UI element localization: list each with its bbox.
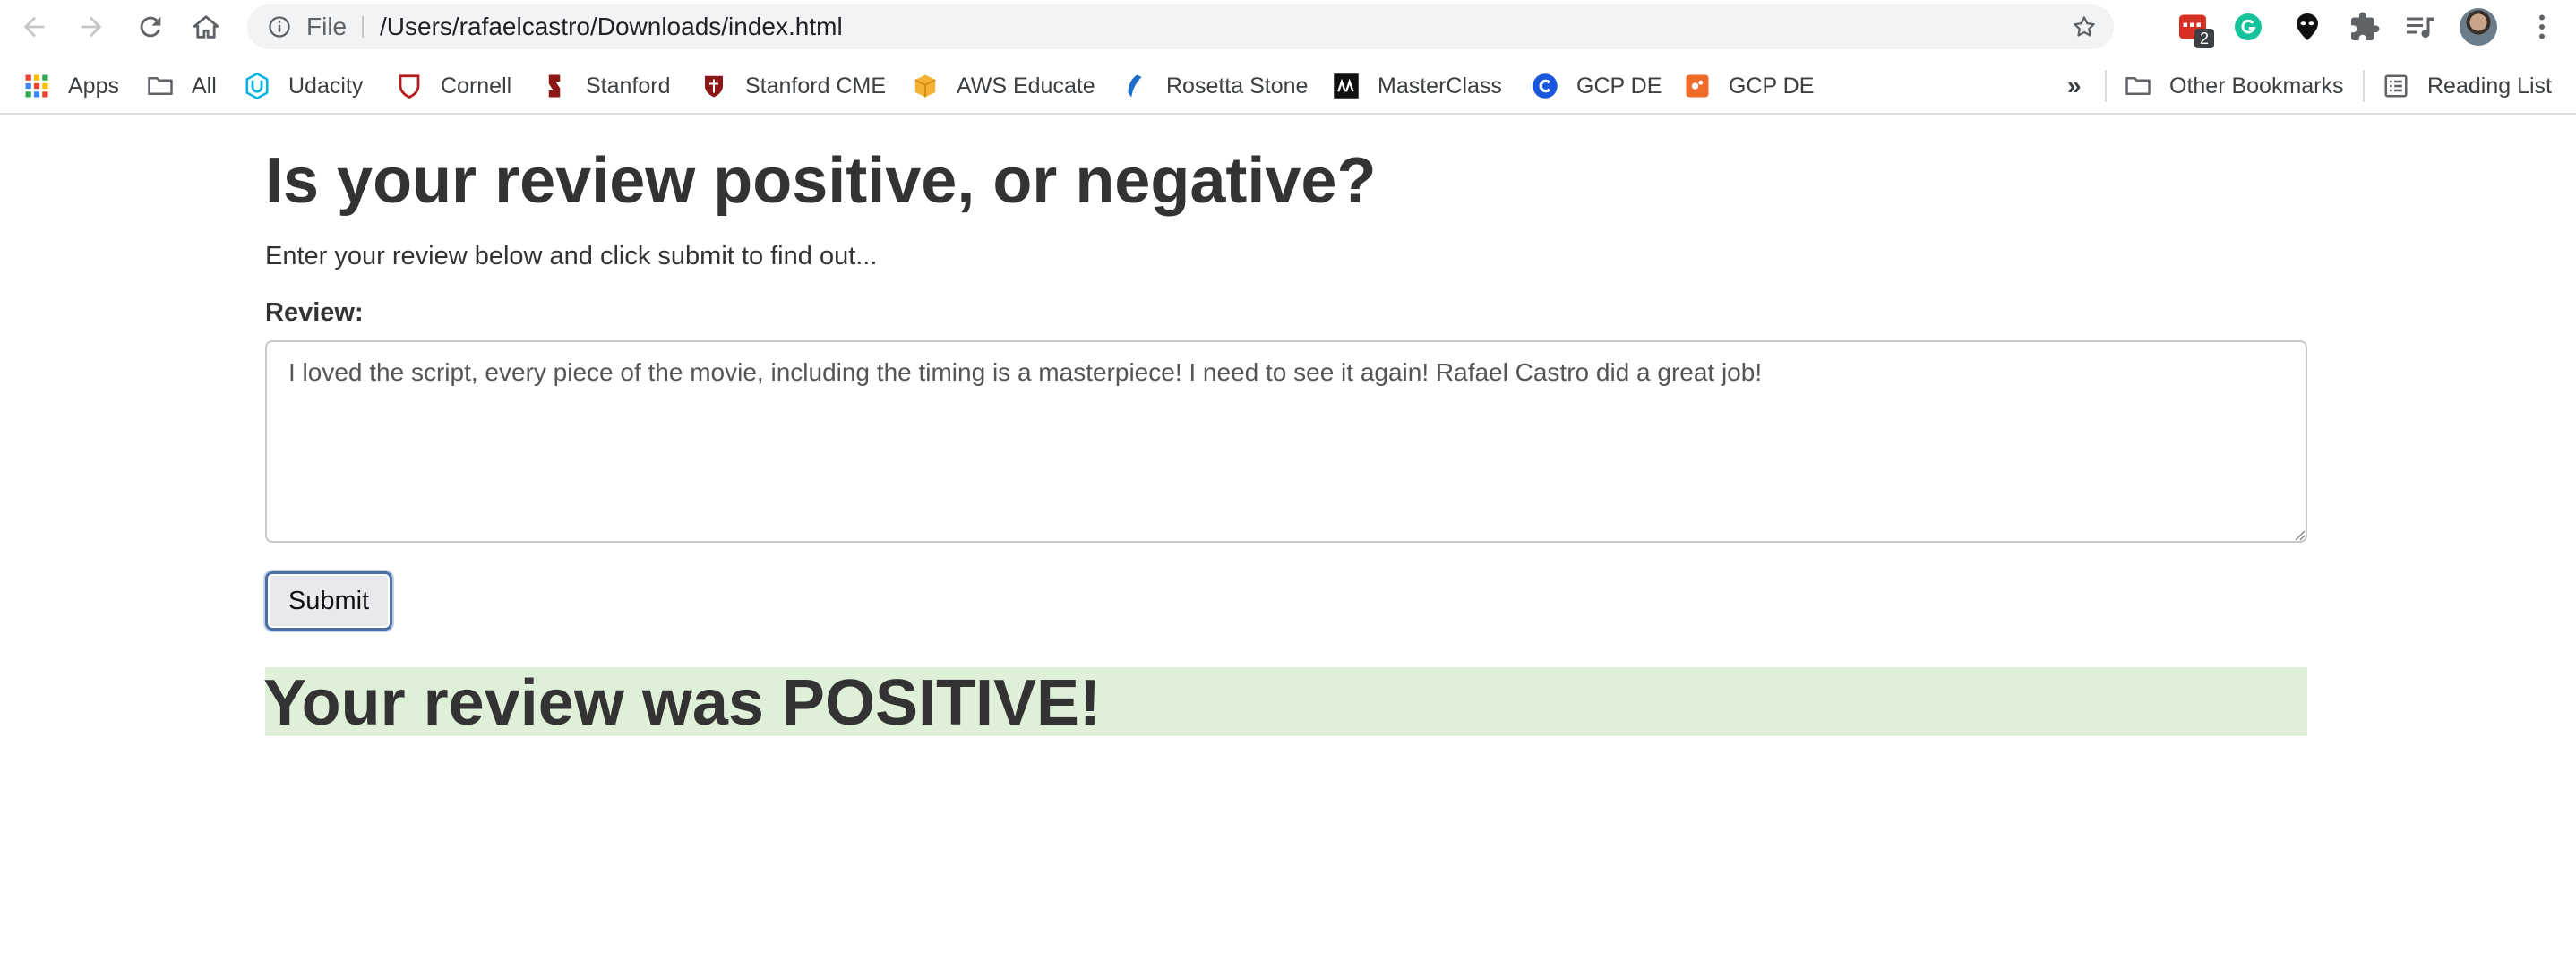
bookmark-label: MasterClass (1378, 73, 1502, 99)
review-label: Review: (265, 298, 364, 327)
media-control-button[interactable] (2402, 9, 2438, 45)
gcp-c-icon (1532, 73, 1558, 99)
result-banner: Your review was POSITIVE! (263, 667, 2307, 739)
puzzle-icon (2351, 12, 2380, 40)
extensions-button[interactable] (2347, 9, 2383, 45)
bookmark-stanford-cme[interactable]: Stanford CME (700, 57, 886, 115)
bookmark-label: GCP DE (1729, 73, 1815, 99)
address-bar[interactable]: File /Users/rafaelcastro/Downloads/index… (247, 4, 2114, 49)
arrow-left-icon (23, 16, 45, 38)
extension-red-button[interactable]: 2 (2175, 9, 2214, 48)
browser-toolbar: File /Users/rafaelcastro/Downloads/index… (0, 0, 2576, 54)
forward-button[interactable] (70, 5, 113, 48)
bookmark-other-bookmarks[interactable]: Other Bookmarks (2125, 57, 2344, 115)
bookmark-stanford[interactable]: Stanford (541, 57, 671, 115)
bookmarks-bar: Apps All Udacity Cornell Stanford Stanfo… (0, 57, 2576, 115)
reading-list-icon (2383, 73, 2409, 99)
more-vertical-icon (2539, 14, 2545, 39)
reload-icon (140, 16, 161, 38)
review-textarea[interactable]: I loved the script, every piece of the m… (265, 340, 2307, 543)
bookmark-cornell[interactable]: Cornell (396, 57, 511, 115)
reload-button[interactable] (129, 5, 172, 48)
grammarly-icon (2235, 13, 2262, 40)
resize-grip-icon[interactable] (2291, 527, 2306, 541)
playlist-music-icon (2407, 17, 2434, 39)
page-subtitle: Enter your review below and click submit… (265, 242, 878, 270)
bookmark-label: Stanford (586, 73, 671, 99)
arrow-right-icon (81, 16, 102, 38)
info-icon[interactable] (267, 14, 292, 39)
bookmark-label: Rosetta Stone (1166, 73, 1309, 99)
bookmarks-overflow-chevron[interactable]: » (2067, 57, 2082, 115)
grammarly-button[interactable] (2230, 9, 2266, 45)
bookmark-label: GCP DE (1576, 73, 1662, 99)
stanford-shield-icon (700, 73, 727, 99)
bookmark-label: Cornell (441, 73, 512, 99)
bookmark-label: Udacity (288, 73, 364, 99)
udacity-icon (244, 73, 270, 99)
stanford-icon (541, 73, 568, 99)
cornell-shield-icon (396, 73, 423, 99)
result-text: Your review was POSITIVE! (263, 667, 1101, 739)
aws-box-icon (912, 73, 939, 99)
bookmark-label: All (192, 73, 217, 99)
bookmark-rosetta-stone[interactable]: Rosetta Stone (1121, 57, 1308, 115)
address-url[interactable]: /Users/rafaelcastro/Downloads/index.html (380, 4, 843, 49)
gcp-orange-icon (1684, 73, 1711, 99)
masterclass-icon (1333, 73, 1360, 99)
bookmark-label: Stanford CME (745, 73, 887, 99)
mask-pin-icon (2297, 13, 2318, 40)
bookmark-label: Other Bookmarks (2169, 73, 2344, 99)
bookmark-star-icon[interactable] (2071, 13, 2098, 40)
submit-button[interactable]: Submit (265, 571, 392, 631)
bookmark-gcp-de-1[interactable]: GCP DE (1532, 57, 1662, 115)
bookmark-apps[interactable]: Apps (23, 57, 119, 115)
privacy-extension-button[interactable] (2289, 9, 2325, 45)
browser-menu-button[interactable] (2524, 9, 2560, 45)
profile-avatar[interactable] (2460, 8, 2497, 46)
extension-badge: 2 (2194, 29, 2214, 48)
folder-icon (147, 73, 174, 99)
address-divider (362, 16, 364, 38)
address-scheme-label: File (306, 13, 348, 40)
bookmark-gcp-de-2[interactable]: GCP DE (1684, 57, 1814, 115)
bookmark-masterclass[interactable]: MasterClass (1333, 57, 1502, 115)
back-button[interactable] (13, 5, 56, 48)
bookmark-folder-all[interactable]: All (147, 57, 217, 115)
bookmark-label: AWS Educate (957, 73, 1095, 99)
bookmark-udacity[interactable]: Udacity (244, 57, 363, 115)
page-title: Is your review positive, or negative? (265, 145, 1377, 217)
bookmark-aws-educate[interactable]: AWS Educate (912, 57, 1095, 115)
bookmark-label: Apps (68, 73, 119, 99)
bookmarks-divider (2105, 70, 2107, 102)
reading-list-button[interactable]: Reading List (2383, 57, 2552, 115)
folder-icon (2125, 73, 2151, 99)
rosetta-stone-icon (1121, 73, 1148, 99)
bookmarks-divider (2363, 70, 2365, 102)
home-button[interactable] (185, 5, 228, 48)
apps-grid-icon (23, 73, 50, 99)
home-icon (193, 15, 219, 39)
bookmark-label: Reading List (2427, 73, 2552, 99)
